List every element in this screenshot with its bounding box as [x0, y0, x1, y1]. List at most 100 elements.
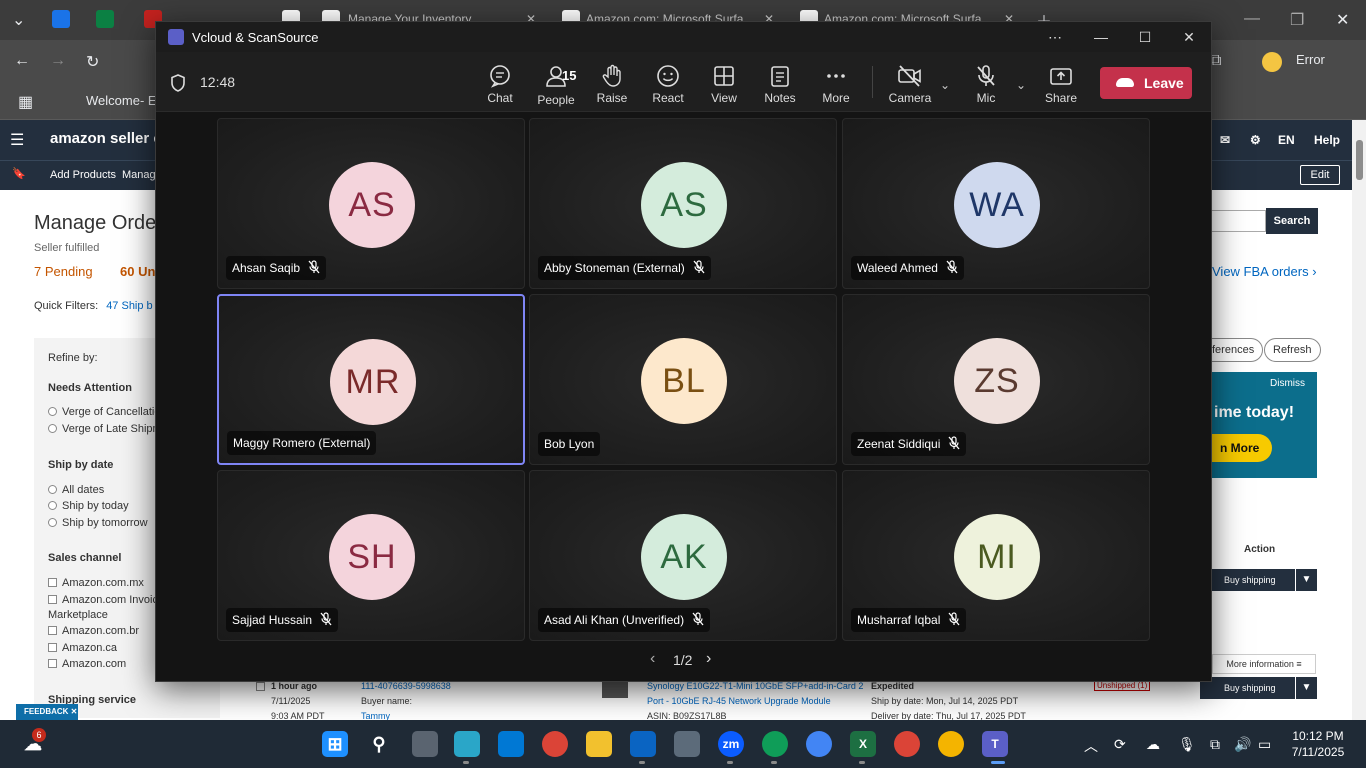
participant-tile[interactable]: ZS Zeenat Siddiqui [842, 294, 1150, 465]
quick-filter-ship[interactable]: 47 Ship b [106, 300, 152, 312]
apps-grid-icon[interactable]: ▦ [18, 92, 33, 112]
edit-nav-button[interactable]: Edit [1300, 165, 1340, 185]
filter-option[interactable]: Ship by tomorrow [48, 517, 148, 529]
forward-icon[interactable]: → [50, 52, 66, 70]
page-scrollbar[interactable] [1352, 120, 1366, 720]
store-icon[interactable] [498, 731, 524, 757]
notes-button[interactable]: Notes [752, 62, 808, 108]
minimize-icon[interactable]: — [1086, 26, 1116, 48]
nav-add-products[interactable]: Add Products [50, 169, 116, 181]
buy-shipping-button[interactable]: Buy shipping ▼ [1200, 677, 1317, 699]
react-button[interactable]: React [640, 62, 696, 108]
filter-option[interactable]: All dates [48, 484, 104, 496]
filter-option[interactable]: Ship by today [48, 500, 129, 512]
promo-dismiss[interactable]: Dismiss [1270, 378, 1305, 389]
filter-option[interactable]: Amazon.com.br [48, 625, 139, 637]
mic-muted-icon[interactable]: 🎙 [1178, 736, 1196, 753]
app-icon[interactable] [454, 731, 480, 757]
chrome-profile-icon[interactable] [894, 731, 920, 757]
participant-tile[interactable]: AS Ahsan Saqib [217, 118, 525, 289]
file-explorer-icon[interactable] [586, 731, 612, 757]
shield-icon[interactable] [170, 74, 186, 97]
camera-button[interactable]: Camera [882, 62, 938, 108]
product-title-line2[interactable]: Port - 10GbE RJ-45 Network Upgrade Modul… [647, 696, 831, 706]
more-information-button[interactable]: More information ≡ [1212, 654, 1316, 674]
buy-shipping-button[interactable]: Buy shipping ▼ [1200, 569, 1317, 591]
participant-tile[interactable]: WA Waleed Ahmed [842, 118, 1150, 289]
tab-favicon-g[interactable] [96, 10, 114, 28]
scrollbar-thumb[interactable] [1356, 140, 1363, 180]
refresh-button[interactable]: Refresh [1264, 338, 1321, 362]
zoom-icon[interactable]: zm [718, 731, 744, 757]
filter-option[interactable]: Amazon.com.mx [48, 577, 144, 589]
bookmark-icon[interactable]: 🔖 [12, 167, 26, 180]
filter-option[interactable]: Verge of Cancellatio [48, 406, 160, 418]
tab-unshipped[interactable]: 60 Un [120, 264, 155, 279]
filter-option[interactable]: Verge of Late Shipm [48, 423, 162, 435]
participant-tile[interactable]: MR Maggy Romero (External) [217, 294, 525, 465]
mail-icon[interactable]: ✉ [1220, 133, 1230, 147]
language-selector[interactable]: EN [1278, 133, 1295, 147]
more-button[interactable]: More [808, 62, 864, 108]
help-link[interactable]: Help [1314, 133, 1340, 147]
chevron-down-icon[interactable]: ▼ [1295, 569, 1317, 591]
excel-icon[interactable]: X [850, 731, 876, 757]
chevron-down-icon[interactable]: ▼ [1295, 677, 1317, 699]
tab-pending[interactable]: 7 Pending [34, 264, 93, 279]
search-button[interactable]: Search [1266, 208, 1318, 234]
volume-icon[interactable]: 🔊 [1234, 736, 1251, 753]
show-hidden-icons-chevron-icon[interactable]: ︿ [1084, 736, 1098, 756]
tab-search-icon[interactable]: ⌄ [12, 10, 25, 30]
cloud-icon[interactable]: ☁ [1146, 736, 1160, 753]
camera-options-chevron-icon[interactable]: ⌄ [940, 78, 950, 92]
settings-gear-icon[interactable]: ⚙ [1250, 133, 1261, 147]
chrome-profile-icon[interactable] [938, 731, 964, 757]
participant-tile[interactable]: SH Sajjad Hussain [217, 470, 525, 641]
restore-icon[interactable]: ❐ [1290, 10, 1304, 30]
leave-button[interactable]: Leave [1100, 67, 1192, 99]
more-options-icon[interactable]: ⋯ [1040, 26, 1070, 48]
minimize-icon[interactable]: — [1244, 10, 1260, 28]
nav-manage[interactable]: Manag [122, 169, 156, 181]
close-icon[interactable]: ✕ [1336, 10, 1349, 30]
task-view-icon[interactable] [412, 731, 438, 757]
preferences-button[interactable]: ferences [1204, 338, 1264, 362]
people-button[interactable]: 15 People [528, 62, 584, 108]
order-row-checkbox[interactable] [256, 682, 270, 692]
maximize-icon[interactable]: ☐ [1130, 26, 1160, 48]
participant-tile[interactable]: AS Abby Stoneman (External) [529, 118, 837, 289]
participant-tile[interactable]: MI Musharraf Iqbal [842, 470, 1150, 641]
start-button-icon[interactable]: ⊞ [322, 731, 348, 757]
calculator-icon[interactable] [674, 731, 700, 757]
mic-button[interactable]: Mic [958, 62, 1014, 108]
chat-button[interactable]: Chat [472, 62, 528, 108]
next-page-icon[interactable]: › [706, 650, 711, 668]
reload-icon[interactable]: ↻ [86, 52, 99, 72]
filter-option[interactable]: Amazon.com [48, 658, 126, 670]
network-icon[interactable]: ⧉ [1210, 736, 1220, 753]
teams-icon[interactable]: T [982, 731, 1008, 757]
order-id-link[interactable]: 111-4076639-5998638 [361, 681, 451, 691]
raise-hand-button[interactable]: Raise [584, 62, 640, 108]
product-image[interactable] [602, 682, 628, 698]
battery-icon[interactable]: ▭ [1258, 736, 1271, 753]
mic-options-chevron-icon[interactable]: ⌄ [1016, 78, 1026, 92]
chrome-profile-icon[interactable] [762, 731, 788, 757]
search-icon[interactable]: ⚲ [366, 731, 392, 757]
view-fba-orders-link[interactable]: View FBA orders › [1212, 264, 1317, 279]
participant-tile[interactable]: AK Asad Ali Khan (Unverified) [529, 470, 837, 641]
product-title[interactable]: Synology E10G22-T1-Mini 10GbE SFP+add-in… [647, 681, 863, 691]
chrome-icon[interactable] [542, 731, 568, 757]
back-icon[interactable]: ← [14, 52, 30, 70]
participant-tile[interactable]: BL Bob Lyon [529, 294, 837, 465]
hamburger-menu-icon[interactable]: ☰ [10, 130, 24, 150]
tab-favicon-ec[interactable] [52, 10, 70, 28]
order-search-input[interactable] [1212, 210, 1266, 232]
profile-avatar[interactable] [1262, 52, 1282, 72]
share-button[interactable]: Share [1033, 62, 1089, 108]
filter-option[interactable]: Amazon.com Invoic [48, 594, 158, 606]
previous-page-icon[interactable]: ‹ [650, 650, 655, 668]
filter-option[interactable]: Amazon.ca [48, 642, 117, 654]
feedback-button[interactable]: FEEDBACK ✕ [16, 704, 78, 720]
profile-error-status[interactable]: Error [1296, 52, 1325, 67]
